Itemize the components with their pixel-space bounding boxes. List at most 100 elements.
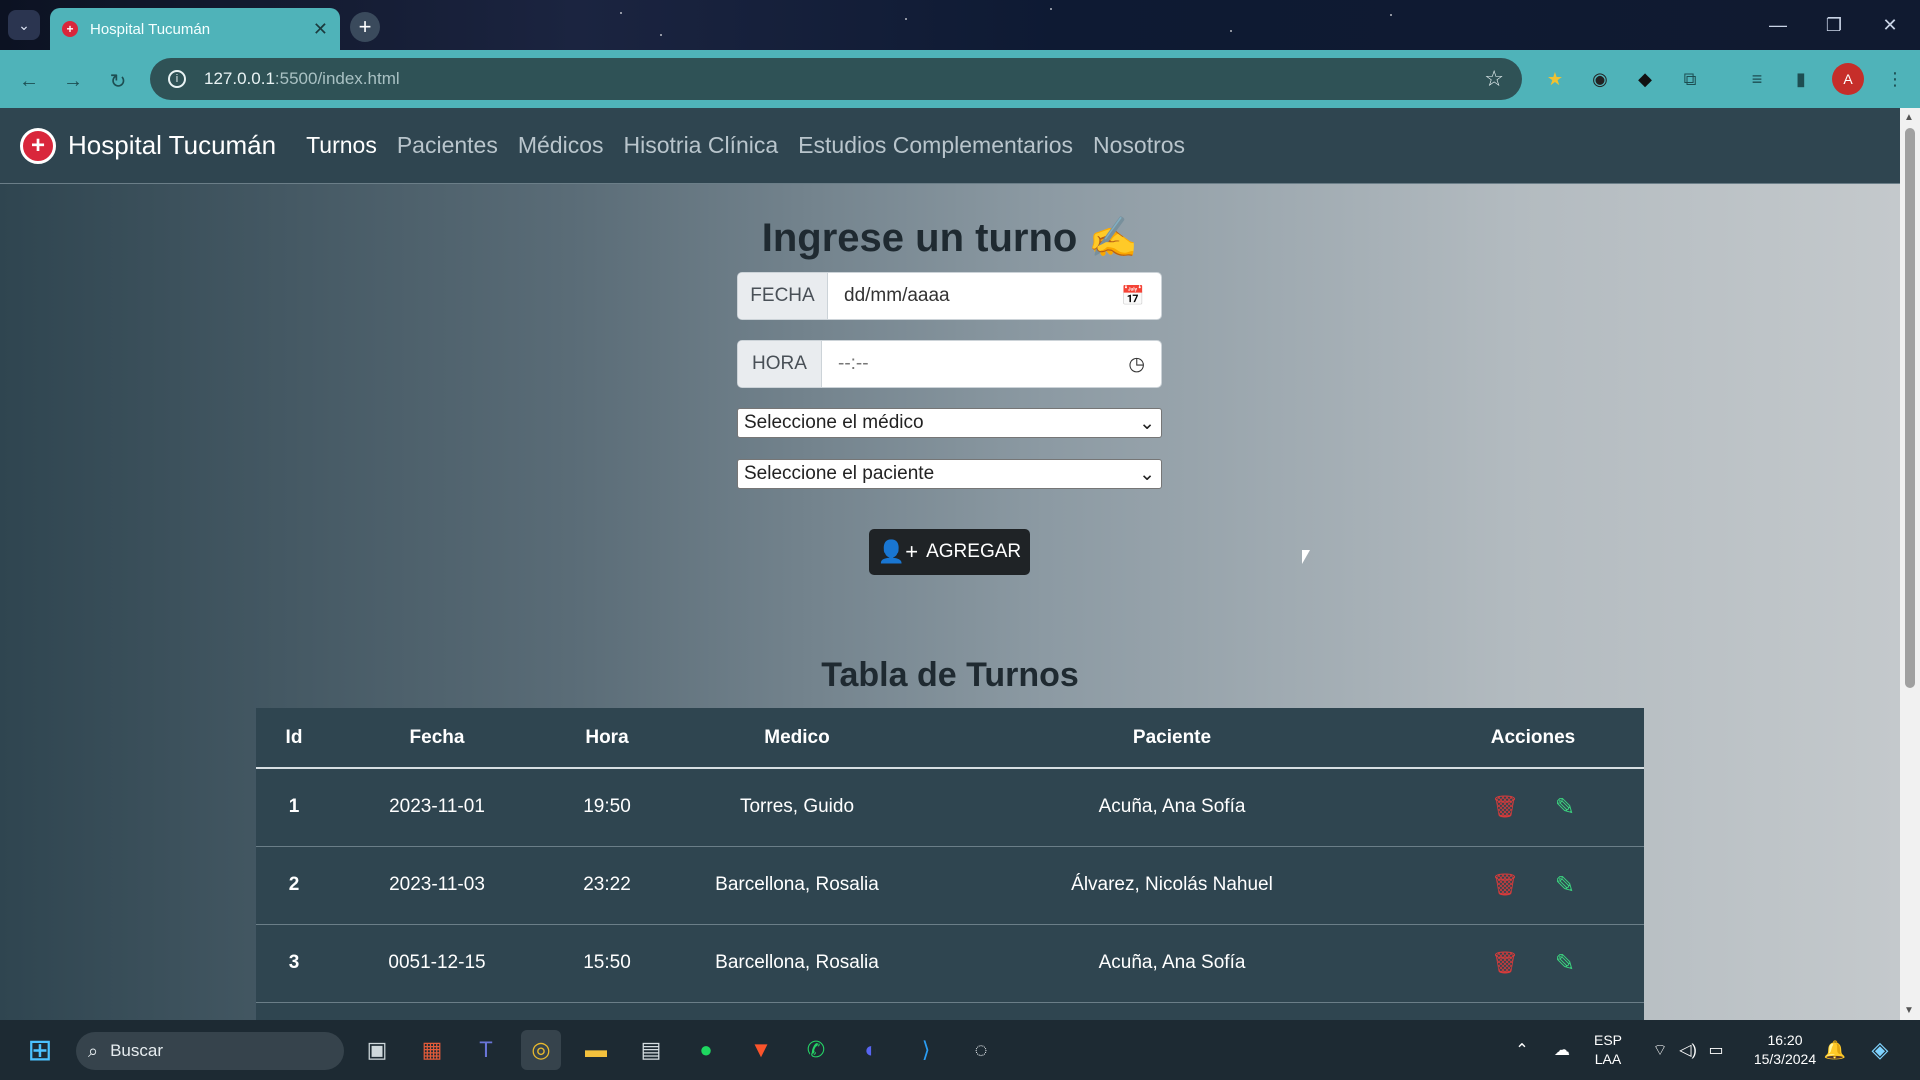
teams-icon[interactable]: T (466, 1030, 506, 1070)
cell-fecha: 2023-11-01 (332, 768, 542, 847)
url-text: 127.0.0.1:5500/index.html (204, 69, 400, 88)
header-medico: Medico (672, 708, 922, 769)
extension-icon[interactable]: ◆ (1630, 64, 1660, 94)
table-row (256, 1002, 1644, 1020)
nav-link-pacientes[interactable]: Pacientes (397, 132, 498, 159)
calendar-icon[interactable]: 📅 (1121, 284, 1145, 308)
vscode-icon[interactable]: ⟩ (906, 1030, 946, 1070)
minimize-icon[interactable]: — (1750, 0, 1806, 50)
extension-icon[interactable]: ★ (1540, 64, 1570, 94)
fecha-input[interactable]: dd/mm/aaaa 📅 (828, 273, 1161, 319)
office-icon[interactable]: ▦ (412, 1030, 452, 1070)
nav-link-nosotros[interactable]: Nosotros (1093, 132, 1185, 159)
header-acciones: Acciones (1422, 708, 1644, 769)
discord-icon[interactable]: ◐ (851, 1030, 891, 1070)
close-window-icon[interactable]: ✕ (1862, 0, 1918, 50)
medico-select[interactable]: Seleccione el médico ⌄ (737, 408, 1162, 438)
page-viewport: + Hospital Tucumán Turnos Pacientes Médi… (0, 108, 1900, 1020)
edit-icon[interactable]: ✎ (1555, 793, 1575, 822)
form-title: Ingrese un turno ✍️ (761, 216, 1139, 260)
page-scrollbar[interactable]: ▲ ▼ (1900, 108, 1920, 1020)
turnos-table: Id Fecha Hora Medico Paciente Acciones 1… (256, 708, 1644, 1020)
whatsapp-icon[interactable]: ✆ (796, 1030, 836, 1070)
restore-icon[interactable]: ❐ (1806, 0, 1862, 50)
menu-icon[interactable]: ⋮ (1880, 64, 1910, 94)
agregar-button[interactable]: 👤+ AGREGAR (869, 529, 1030, 575)
trash-icon[interactable]: 🗑 (1491, 950, 1519, 976)
cell-id: 2 (256, 846, 332, 925)
scroll-down-icon[interactable]: ▼ (1904, 1005, 1914, 1016)
trash-icon[interactable]: 🗑 (1491, 794, 1519, 820)
tab-title: Hospital Tucumán (90, 20, 211, 38)
nav-link-historia-clinica[interactable]: Hisotria Clínica (624, 132, 779, 159)
sidebar-icon[interactable]: ▮ (1786, 64, 1816, 94)
file-explorer-icon[interactable]: ▬ (576, 1030, 616, 1070)
new-tab-icon[interactable]: + (350, 12, 380, 42)
bookmark-star-icon[interactable]: ☆ (1484, 66, 1504, 92)
site-info-icon[interactable]: i (168, 70, 186, 88)
clock-icon[interactable]: ◷ (1128, 353, 1145, 376)
browser-tab[interactable]: + Hospital Tucumán ✕ (50, 8, 340, 50)
battery-icon[interactable]: ▭ (1696, 1030, 1736, 1070)
cell-hora: 23:22 (542, 846, 672, 925)
hora-input-group: HORA --:-- ◷ (737, 340, 1162, 388)
scrollbar-thumb[interactable] (1905, 128, 1915, 688)
header-fecha: Fecha (332, 708, 542, 769)
site-navbar: + Hospital Tucumán Turnos Pacientes Médi… (0, 108, 1900, 184)
store-icon[interactable]: ▤ (631, 1030, 671, 1070)
copilot-icon[interactable]: ◈ (1860, 1030, 1900, 1070)
search-icon: ⌕ (88, 1040, 99, 1061)
nav-link-turnos[interactable]: Turnos (306, 132, 377, 159)
taskbar-search[interactable]: ⌕ Buscar (76, 1032, 344, 1070)
hora-input[interactable]: --:-- ◷ (822, 341, 1161, 387)
header-id: Id (256, 708, 332, 769)
close-tab-icon[interactable]: ✕ (313, 19, 328, 40)
cell-medico: Torres, Guido (672, 768, 922, 847)
edit-icon[interactable]: ✎ (1555, 871, 1575, 900)
back-icon[interactable]: ← (14, 66, 44, 96)
profile-avatar[interactable]: A (1832, 63, 1864, 95)
media-icon[interactable]: ≡ (1742, 64, 1772, 94)
cell-fecha: 2023-11-03 (332, 846, 542, 925)
reload-icon[interactable]: ↻ (103, 66, 133, 96)
header-hora: Hora (542, 708, 672, 769)
extension-icon[interactable]: ◉ (1585, 64, 1615, 94)
brand-name: Hospital Tucumán (68, 130, 277, 160)
bell-icon[interactable]: 🔔 (1815, 1030, 1855, 1070)
chevron-up-icon[interactable]: ⌃ (1502, 1030, 1542, 1070)
chevron-down-icon: ⌄ (1139, 412, 1155, 434)
trash-icon[interactable]: 🗑 (1491, 872, 1519, 898)
nav-link-estudios[interactable]: Estudios Complementarios (798, 132, 1073, 159)
onedrive-icon[interactable]: ☁ (1542, 1030, 1582, 1070)
cell-paciente: Álvarez, Nicolás Nahuel (922, 846, 1422, 925)
hora-label: HORA (738, 341, 822, 387)
brand[interactable]: + Hospital Tucumán (20, 127, 277, 164)
scroll-up-icon[interactable]: ▲ (1904, 112, 1914, 123)
cell-fecha: 0051-12-15 (332, 924, 542, 1003)
cell-id: 1 (256, 768, 332, 847)
spotify-icon[interactable]: ● (686, 1030, 726, 1070)
brave-icon[interactable]: ▼ (741, 1030, 781, 1070)
cell-medico: Barcellona, Rosalia (672, 924, 922, 1003)
extensions-puzzle-icon[interactable]: ⧉ (1675, 64, 1705, 94)
cell-hora: 15:50 (542, 924, 672, 1003)
address-bar[interactable]: i 127.0.0.1:5500/index.html ☆ (150, 58, 1522, 100)
cell-id: 3 (256, 924, 332, 1003)
app-icon[interactable]: ◌ (961, 1030, 1001, 1070)
cell-medico: Barcellona, Rosalia (672, 846, 922, 925)
table-row: 3 0051-12-15 15:50 Barcellona, Rosalia A… (256, 924, 1644, 1003)
nav-link-medicos[interactable]: Médicos (518, 132, 604, 159)
cell-paciente: Acuña, Ana Sofía (922, 768, 1422, 847)
chrome-icon[interactable]: ◎ (521, 1030, 561, 1070)
cell-hora: 19:50 (542, 768, 672, 847)
cell-acciones: 🗑 ✎ (1422, 768, 1644, 847)
fecha-label: FECHA (738, 273, 828, 319)
forward-icon[interactable]: → (58, 66, 88, 96)
tab-search-icon[interactable]: ⌄ (8, 10, 40, 40)
edit-icon[interactable]: ✎ (1555, 949, 1575, 978)
paciente-select[interactable]: Seleccione el paciente ⌄ (737, 459, 1162, 489)
task-view-icon[interactable]: ▣ (357, 1030, 397, 1070)
language-indicator[interactable]: ESP LAA (1588, 1031, 1628, 1069)
cell-paciente: Acuña, Ana Sofía (922, 924, 1422, 1003)
windows-start-icon[interactable]: ⊞ (20, 1030, 60, 1070)
